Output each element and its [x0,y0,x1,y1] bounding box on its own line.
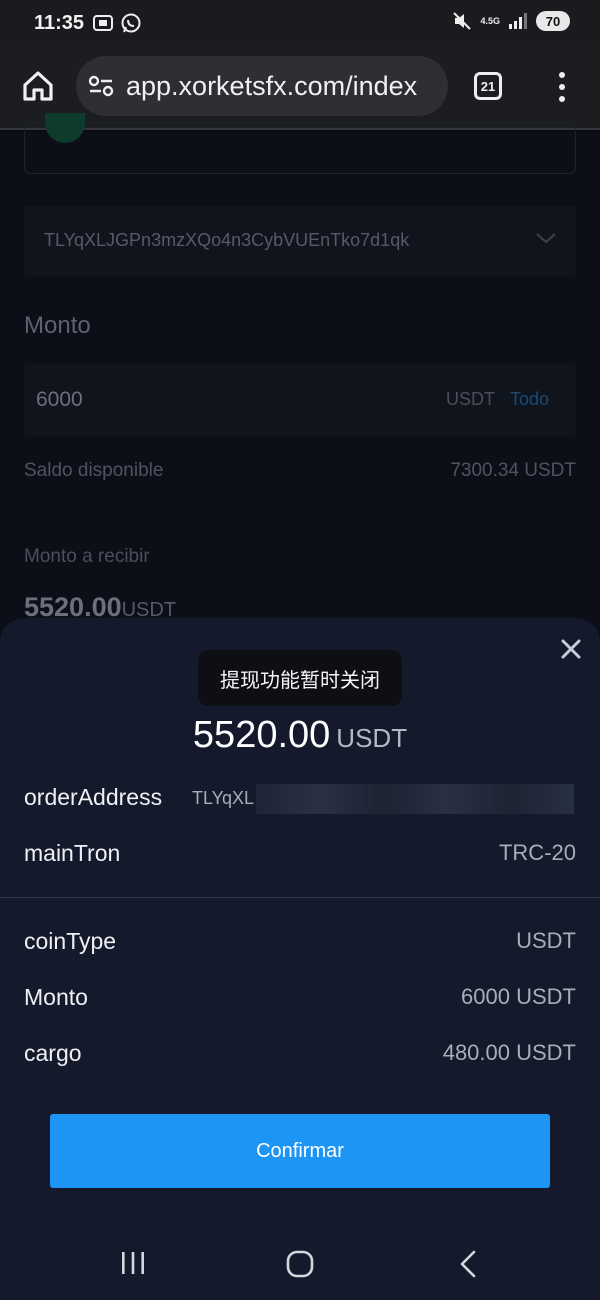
address-value: TLYqXLJGPn3mzXQo4n3CybVUEnTko7d1qk [44,230,410,250]
home-nav-icon[interactable] [286,1250,314,1278]
coin-type-label: coinType [24,928,117,954]
coin-type-value: USDT [516,928,576,953]
status-bar: 11:35 4.5G 70 [0,0,600,46]
order-address-row: orderAddress TLYqXL [24,780,576,816]
balance-label: Saldo disponible [24,460,164,481]
amount-label: Monto [24,312,91,339]
main-tron-label: mainTron [24,840,121,866]
order-address-value: TLYqXL [192,788,255,808]
amount-row-value: 6000 USDT [461,984,576,1009]
tab-switcher-button[interactable]: 21 [474,72,502,100]
system-indicators: 4.5G 70 [452,11,570,31]
amount-value: 6000 [36,388,83,411]
chevron-down-icon [536,233,556,244]
receive-label: Monto a recibir [24,546,150,567]
navigation-bar [0,1226,600,1300]
mute-icon [453,12,472,30]
screenshot-icon [93,15,113,31]
signal-icon [509,13,527,29]
order-address-label: orderAddress [24,784,163,810]
status-time: 11:35 [34,12,85,34]
amount-row-label: Monto [24,984,88,1010]
home-icon[interactable] [20,68,56,104]
coin-card [24,113,576,174]
amount-unit: USDT [446,389,495,409]
redacted-address [256,784,574,814]
recent-apps-icon[interactable] [120,1250,146,1276]
order-amount: 5520.00 USDT [0,714,600,757]
main-tron-value: TRC-20 [498,840,576,865]
confirm-button[interactable]: Confirmar [50,1114,550,1188]
network-type: 4.5G [480,15,500,26]
browser-toolbar: app.xorketsfx.com/index 21 [0,46,600,130]
battery-indicator: 70 [536,11,570,31]
fee-label: cargo [24,1040,82,1066]
coin-icon [45,113,85,143]
address-select[interactable]: TLYqXLJGPn3mzXQo4n3CybVUEnTko7d1qk [24,206,576,276]
notification-icons [92,12,142,34]
coin-type-row: coinType USDT [24,924,576,960]
order-amount-value: 5520.00 [192,714,331,756]
whatsapp-icon [121,13,141,33]
fee-row: cargo 480.00 USDT [24,1036,576,1072]
confirm-order-sheet: confirmOrder 提现功能暂时关闭 5520.00USDT orderA… [0,618,600,1300]
all-button[interactable]: Todo [510,389,549,410]
amount-row: Monto 6000 USDT [24,980,576,1016]
divider [0,897,600,898]
order-amount-unit: USDT [336,723,408,753]
toast-message: 提现功能暂时关闭 [198,650,402,706]
address-bar[interactable]: app.xorketsfx.com/index [76,56,448,116]
amount-input[interactable]: 6000 USDT Todo [24,364,576,436]
balance-value: 7300.34 USDT [450,460,576,481]
close-icon[interactable] [558,636,584,662]
back-icon[interactable] [458,1250,478,1278]
site-settings-icon[interactable] [88,74,114,98]
more-menu-icon[interactable] [556,72,568,102]
fee-value: 480.00 USDT [442,1040,576,1065]
url-text: app.xorketsfx.com/index [126,71,418,101]
main-tron-row: mainTron TRC-20 [24,836,576,872]
